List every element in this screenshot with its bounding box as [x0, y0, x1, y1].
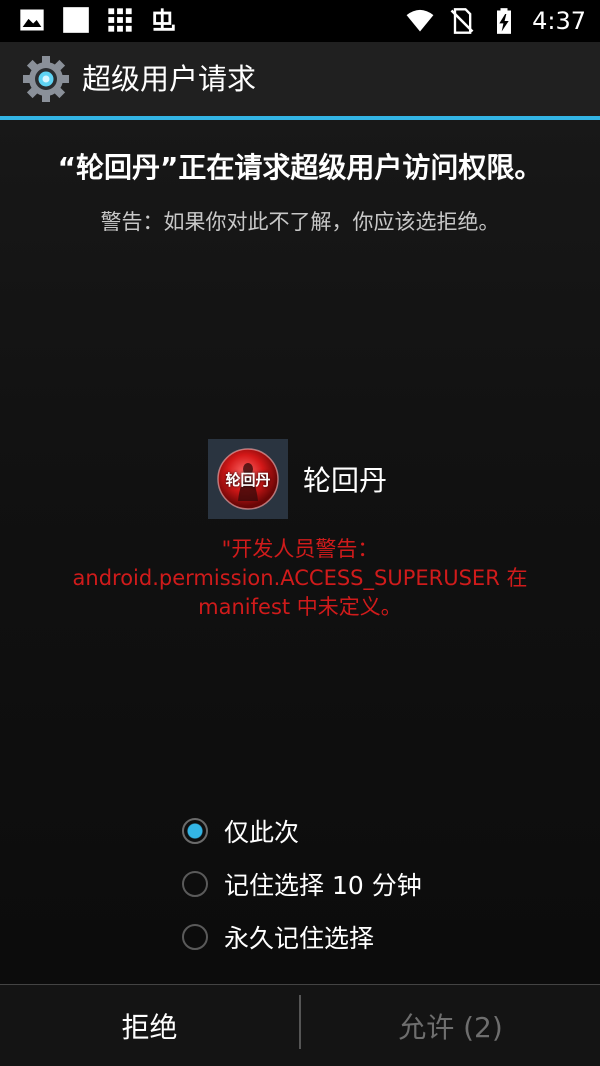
developer-warning: "开发人员警告： android.permission.ACCESS_SUPER…: [0, 535, 600, 622]
bug-icon: [153, 8, 175, 31]
square-icon: [63, 7, 89, 33]
grid-icon: [108, 8, 132, 32]
title-divider: [0, 116, 600, 120]
status-bar-left: [18, 6, 178, 34]
status-bar-right: 4:37: [406, 6, 586, 36]
app-icon: 轮回丹: [208, 439, 288, 519]
title-bar: 超级用户请求: [0, 42, 600, 116]
option-label: 记住选择 10 分钟: [224, 870, 422, 900]
image-icon: [20, 9, 44, 31]
status-bar: 4:37: [0, 0, 600, 42]
no-sim-icon: [450, 8, 474, 34]
developer-warning-line: "开发人员警告：: [221, 537, 379, 561]
developer-warning-line: android.permission.ACCESS_SUPERUSER 在: [72, 566, 528, 590]
radio-button[interactable]: [182, 870, 208, 897]
radio-button[interactable]: [182, 923, 208, 950]
app-name: 轮回丹: [303, 464, 388, 497]
option-remember-10-min[interactable]: 记住选择 10 分钟: [182, 857, 422, 910]
radio-button-checked[interactable]: [182, 817, 208, 844]
option-label: 永久记住选择: [224, 923, 375, 953]
allow-button[interactable]: 允许 (2): [301, 985, 600, 1066]
option-once[interactable]: 仅此次: [182, 804, 422, 857]
gear-icon: [23, 56, 69, 102]
developer-warning-line: manifest 中未定义。: [198, 595, 402, 619]
option-remember-forever[interactable]: 永久记住选择: [182, 910, 422, 963]
option-label: 仅此次: [224, 817, 300, 847]
requesting-app: 轮回丹 轮回丹: [208, 438, 387, 520]
app-icon-label: 轮回丹: [225, 471, 271, 489]
superuser-request-screen: 4:37 超级用户请求 “轮回丹”正在请求超级用户访问权限。 警告：如果你对此不…: [0, 0, 600, 1066]
button-bar: 拒绝 允许 (2): [0, 984, 600, 1066]
wifi-icon: [406, 9, 434, 32]
request-warning: 警告：如果你对此不了解，你应该选拒绝。: [100, 210, 500, 234]
request-headline: “轮回丹”正在请求超级用户访问权限。: [57, 151, 543, 184]
clock-time: 4:37: [532, 7, 586, 35]
deny-button[interactable]: 拒绝: [0, 985, 299, 1066]
title-text: 超级用户请求: [82, 62, 257, 96]
battery-charging-icon: [497, 8, 512, 34]
remember-options: 仅此次 记住选择 10 分钟 永久记住选择: [182, 804, 422, 963]
